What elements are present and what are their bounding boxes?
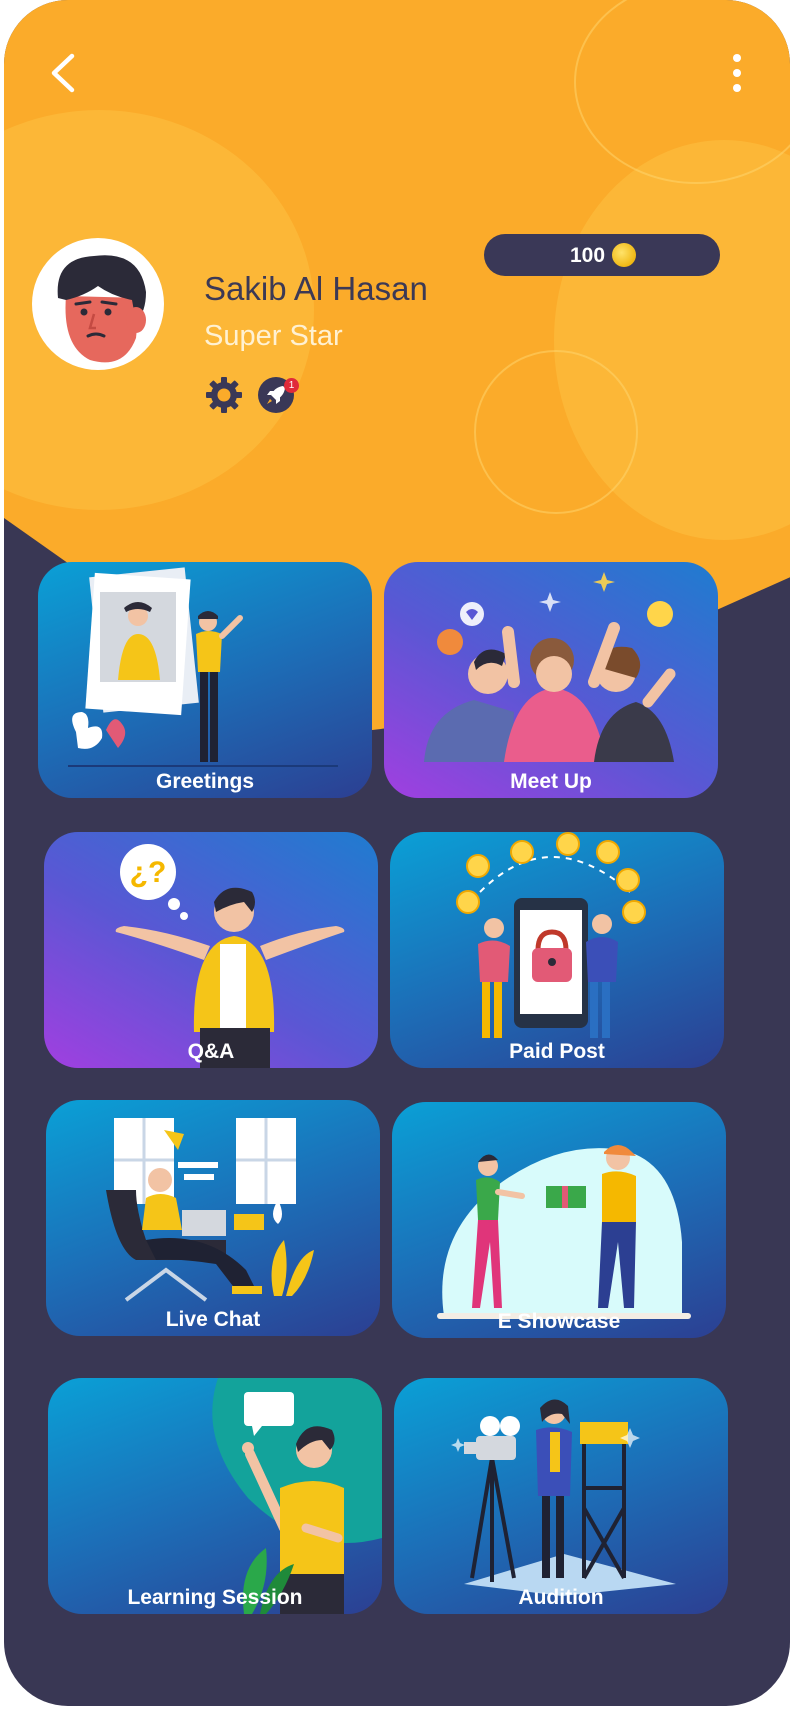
avatar-illustration (57, 255, 146, 363)
card-label: Learning Session (127, 1586, 303, 1609)
user-name: Sakib Al Hasan (204, 270, 428, 307)
card-e-showcase[interactable]: E Showcase (392, 1102, 726, 1338)
paid-post-illustration (456, 832, 646, 1038)
gear-icon (206, 377, 242, 413)
avatar[interactable] (32, 238, 164, 370)
card-paid-post[interactable]: Paid Post (390, 832, 724, 1068)
settings-button[interactable] (204, 375, 244, 415)
more-menu-button[interactable] (724, 50, 750, 96)
meet-up-illustration (424, 572, 676, 762)
live-chat-illustration (106, 1118, 314, 1302)
card-label: Paid Post (509, 1040, 605, 1063)
card-label: Live Chat (165, 1308, 261, 1331)
decor-ring (574, 0, 790, 184)
q-and-a-illustration: ¿? (115, 844, 345, 1068)
decor-ring (474, 350, 638, 514)
more-vertical-icon (733, 54, 741, 92)
card-label: Meet Up (510, 770, 592, 793)
phone-screen: Sakib Al Hasan Super Star 1 100 Greeting… (4, 0, 790, 1706)
coin-icon (612, 243, 636, 267)
notification-badge: 1 (284, 378, 299, 393)
card-meet-up[interactable]: Meet Up (384, 562, 718, 798)
chevron-left-icon (51, 53, 75, 93)
card-label: Q&A (187, 1040, 235, 1063)
user-role: Super Star (204, 320, 343, 352)
coin-balance: 100 (570, 244, 606, 267)
e-showcase-illustration (437, 1145, 691, 1319)
card-greetings[interactable]: Greetings (38, 562, 372, 798)
card-live-chat[interactable]: Live Chat (46, 1100, 380, 1336)
back-button[interactable] (44, 50, 90, 96)
card-label: Audition (518, 1586, 604, 1609)
card-label: E Showcase (497, 1310, 621, 1333)
audition-illustration (451, 1399, 676, 1596)
card-audition[interactable]: Audition (394, 1378, 728, 1614)
greetings-illustration (68, 567, 338, 767)
svg-text:¿?: ¿? (130, 856, 167, 889)
card-label: Greetings (155, 770, 255, 793)
card-q-and-a[interactable]: ¿? Q&A (44, 832, 378, 1068)
learning-session-illustration (212, 1378, 382, 1614)
card-learning-session[interactable]: Learning Session (48, 1378, 382, 1614)
